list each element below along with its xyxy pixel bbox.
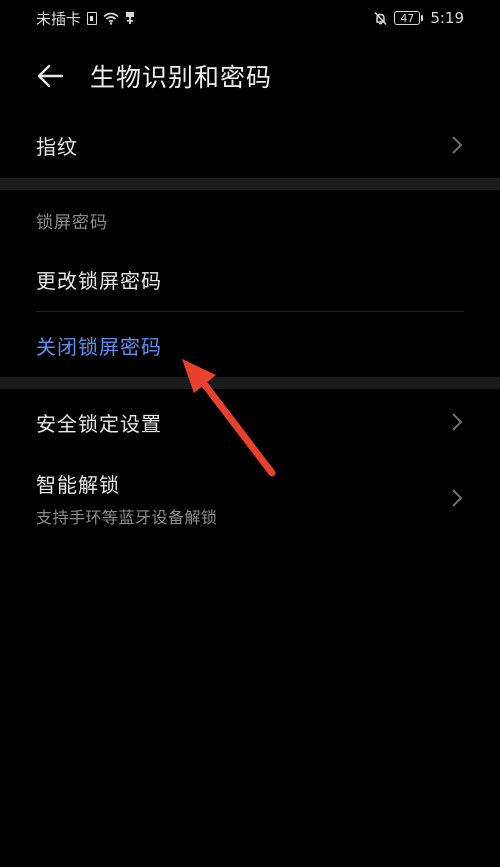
secure-lock-settings-label: 安全锁定设置 [36, 411, 162, 436]
status-left: 未插卡 [36, 8, 135, 29]
clock: 5:19 [430, 9, 464, 27]
disable-lock-password-row[interactable]: 关闭锁屏密码 [0, 316, 500, 374]
app-bar: 生物识别和密码 [0, 48, 500, 104]
status-bar: 未插卡 47 5:19 [0, 0, 500, 36]
secure-lock-settings-row[interactable]: 安全锁定设置 [0, 393, 500, 451]
back-button[interactable] [20, 48, 80, 104]
status-right: 47 5:19 [373, 9, 464, 27]
fingerprint-label: 指纹 [36, 134, 78, 159]
back-arrow-icon [37, 64, 64, 88]
smart-unlock-subtitle: 支持手环等蓝牙设备解锁 [36, 507, 218, 527]
chevron-right-icon [452, 489, 463, 507]
smart-unlock-row[interactable]: 智能解锁 支持手环等蓝牙设备解锁 [0, 462, 500, 534]
disable-lock-password-label: 关闭锁屏密码 [36, 334, 162, 359]
chevron-right-icon [452, 413, 463, 431]
battery-level: 47 [400, 11, 415, 25]
smart-unlock-label: 智能解锁 [36, 472, 120, 497]
page-title: 生物识别和密码 [90, 63, 273, 92]
fingerprint-row[interactable]: 指纹 [0, 116, 500, 174]
change-lock-password-row[interactable]: 更改锁屏密码 [0, 250, 500, 308]
no-sim-icon [87, 11, 98, 25]
section-gap [0, 178, 500, 190]
chevron-right-icon [452, 136, 463, 154]
battery-icon: 47 [394, 11, 424, 25]
carrier-text: 未插卡 [36, 9, 82, 28]
divider [36, 311, 464, 312]
section-header-lock-password: 锁屏密码 [36, 213, 108, 233]
section-gap [0, 377, 500, 389]
smart-unlock-text: 智能解锁 支持手环等蓝牙设备解锁 [36, 469, 218, 528]
mute-bell-icon [374, 11, 387, 25]
usb-icon [126, 12, 135, 24]
change-lock-password-label: 更改锁屏密码 [36, 268, 162, 293]
wifi-icon [103, 12, 119, 25]
